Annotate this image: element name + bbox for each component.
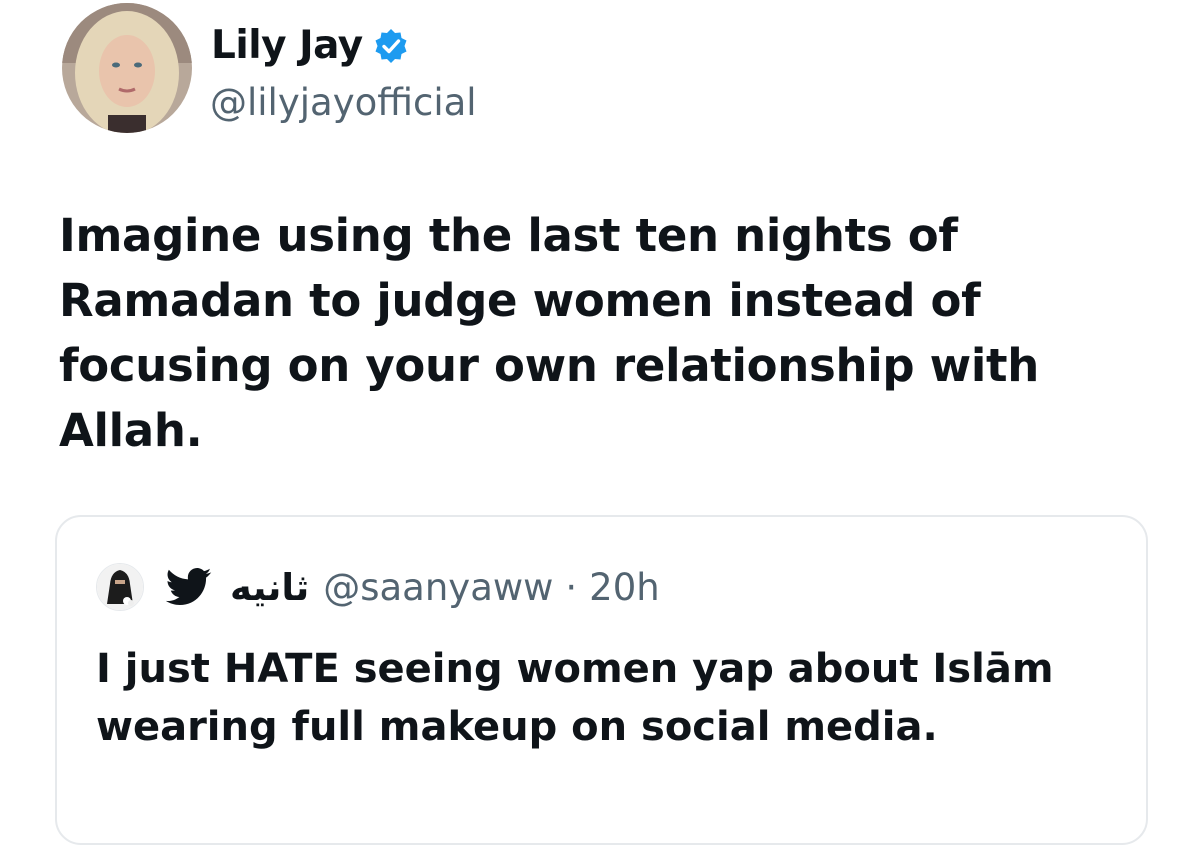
quoted-author-avatar[interactable] [96,563,144,611]
bird-icon [165,567,212,607]
author-display-name[interactable]: Lily Jay [211,22,409,70]
separator-dot: · [565,565,578,609]
author-name-text: Lily Jay [211,23,363,68]
quoted-tweet-header: ثانيه @saanyaww · 20h [96,562,660,612]
author-avatar[interactable] [62,3,192,133]
author-handle[interactable]: @lilyjayofficial [210,80,477,126]
quoted-author-name-text: ثانيه [230,565,310,609]
quoted-tweet-card[interactable]: ثانيه @saanyaww · 20h I just HATE seeing… [55,515,1148,845]
tweet-text: Imagine using the last ten nights of Ram… [59,209,1039,457]
quoted-author-name[interactable]: ثانيه [162,566,309,609]
quoted-tweet-text: I just HATE seeing women yap about Islām… [96,646,1054,750]
quoted-tweet-timestamp[interactable]: 20h [589,566,660,609]
verified-badge-icon [373,28,409,64]
quoted-author-handle[interactable]: @saanyaww [323,566,553,609]
